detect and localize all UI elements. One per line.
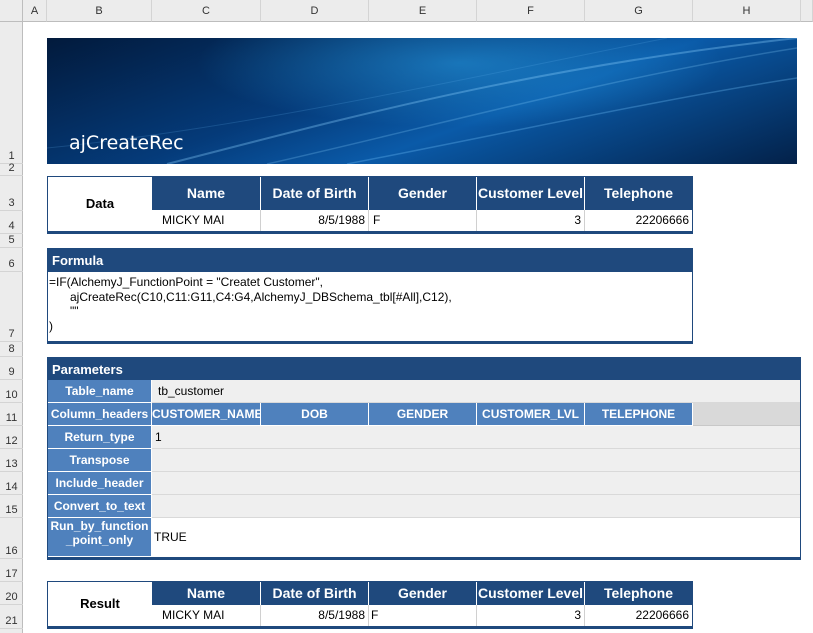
formula-line-3: "" bbox=[70, 304, 79, 318]
row-header-16[interactable]: 16 bbox=[0, 518, 23, 559]
row-header-10[interactable]: 10 bbox=[0, 380, 23, 403]
column-header-a[interactable]: A bbox=[23, 0, 47, 22]
result-label: Result bbox=[80, 596, 120, 611]
row-header-7[interactable]: 7 bbox=[0, 272, 23, 342]
row-header-6[interactable]: 6 bbox=[0, 248, 23, 272]
column-header-next[interactable] bbox=[801, 0, 813, 22]
param-name-column-headers: Column_headers bbox=[48, 403, 152, 426]
row-header-14[interactable]: 14 bbox=[0, 472, 23, 495]
row-header-5[interactable]: 5 bbox=[0, 234, 23, 248]
title-banner: ajCreateRec bbox=[47, 38, 797, 164]
data-header-telephone: Telephone bbox=[585, 177, 692, 210]
result-cell-gender[interactable]: F bbox=[369, 605, 477, 626]
param-value-table-name[interactable]: tb_customer bbox=[152, 380, 800, 403]
formula-line-4: ) bbox=[49, 318, 53, 333]
param-value-include-header[interactable] bbox=[152, 472, 800, 495]
param-name-transpose: Transpose bbox=[48, 449, 152, 472]
data-cell-name[interactable]: MICKY MAI bbox=[152, 210, 261, 231]
result-header-name: Name bbox=[152, 582, 261, 605]
data-header-gender: Gender bbox=[369, 177, 477, 210]
param-column-header-gender[interactable]: GENDER bbox=[369, 403, 477, 426]
row-header-3[interactable]: 3 bbox=[0, 176, 23, 211]
param-column-header-empty[interactable] bbox=[693, 403, 800, 426]
param-column-header-telephone[interactable]: TELEPHONE bbox=[585, 403, 693, 426]
data-header-level: Customer Level bbox=[477, 177, 585, 210]
row-header-13[interactable]: 13 bbox=[0, 449, 23, 472]
column-header-f[interactable]: F bbox=[477, 0, 585, 22]
row-header-9[interactable]: 9 bbox=[0, 357, 23, 380]
data-cell-level[interactable]: 3 bbox=[477, 210, 585, 231]
row-header-4[interactable]: 4 bbox=[0, 211, 23, 234]
column-header-h[interactable]: H bbox=[693, 0, 801, 22]
row-header-2[interactable]: 2 bbox=[0, 162, 23, 176]
param-name-convert-to-text: Convert_to_text bbox=[48, 495, 152, 518]
param-value-return-type[interactable]: 1 bbox=[152, 426, 800, 449]
param-value-transpose[interactable] bbox=[152, 449, 800, 472]
param-name-run-by-function-point-only: Run_by_function_point_only bbox=[48, 518, 152, 557]
param-column-header-dob[interactable]: DOB bbox=[261, 403, 369, 426]
param-name-return-type: Return_type bbox=[48, 426, 152, 449]
result-cell-level[interactable]: 3 bbox=[477, 605, 585, 626]
row-header-20[interactable]: 20 bbox=[0, 582, 23, 605]
data-header-name: Name bbox=[152, 177, 261, 210]
column-header-b[interactable]: B bbox=[47, 0, 152, 22]
result-header-level: Customer Level bbox=[477, 582, 585, 605]
parameters-title: Parameters bbox=[48, 358, 800, 380]
result-cell-dob[interactable]: 8/5/1988 bbox=[261, 605, 369, 626]
data-cell-gender[interactable]: F bbox=[369, 210, 477, 231]
data-cell-telephone[interactable]: 22206666 bbox=[585, 210, 692, 231]
param-name-table-name: Table_name bbox=[48, 380, 152, 403]
column-header-d[interactable]: D bbox=[261, 0, 369, 22]
row-header-1[interactable]: 1 bbox=[0, 22, 23, 164]
data-header-dob: Date of Birth bbox=[261, 177, 369, 210]
formula-line-2: ajCreateRec(C10,C11:G11,C4:G4,AlchemyJ_D… bbox=[70, 289, 452, 304]
param-value-convert-to-text[interactable] bbox=[152, 495, 800, 518]
formula-text[interactable]: =IF(AlchemyJ_FunctionPoint = "Createt Cu… bbox=[49, 275, 689, 333]
param-column-header-customer-lvl[interactable]: CUSTOMER_LVL bbox=[477, 403, 585, 426]
row-header-11[interactable]: 11 bbox=[0, 403, 23, 426]
result-header-telephone: Telephone bbox=[585, 582, 692, 605]
row-header-15[interactable]: 15 bbox=[0, 495, 23, 518]
formula-line-1: =IF(AlchemyJ_FunctionPoint = "Createt Cu… bbox=[49, 275, 323, 289]
row-header-8[interactable]: 8 bbox=[0, 342, 23, 357]
param-column-header-customer-name[interactable]: CUSTOMER_NAME bbox=[152, 403, 261, 426]
banner-title: ajCreateRec bbox=[69, 132, 184, 154]
column-header-g[interactable]: G bbox=[585, 0, 693, 22]
result-header-gender: Gender bbox=[369, 582, 477, 605]
formula-title: Formula bbox=[48, 249, 692, 272]
select-all-corner[interactable] bbox=[0, 0, 23, 22]
column-header-c[interactable]: C bbox=[152, 0, 261, 22]
result-header-dob: Date of Birth bbox=[261, 582, 369, 605]
param-value-run-by-function-point-only[interactable]: TRUE bbox=[152, 518, 800, 557]
result-cell-name[interactable]: MICKY MAI bbox=[152, 605, 261, 626]
row-header-17[interactable]: 17 bbox=[0, 559, 23, 582]
result-cell-telephone[interactable]: 22206666 bbox=[585, 605, 692, 626]
column-header-e[interactable]: E bbox=[369, 0, 477, 22]
row-header-21[interactable]: 21 bbox=[0, 605, 23, 629]
data-cell-dob[interactable]: 8/5/1988 bbox=[261, 210, 369, 231]
row-header-12[interactable]: 12 bbox=[0, 426, 23, 449]
param-name-include-header: Include_header bbox=[48, 472, 152, 495]
data-label: Data bbox=[85, 196, 115, 211]
